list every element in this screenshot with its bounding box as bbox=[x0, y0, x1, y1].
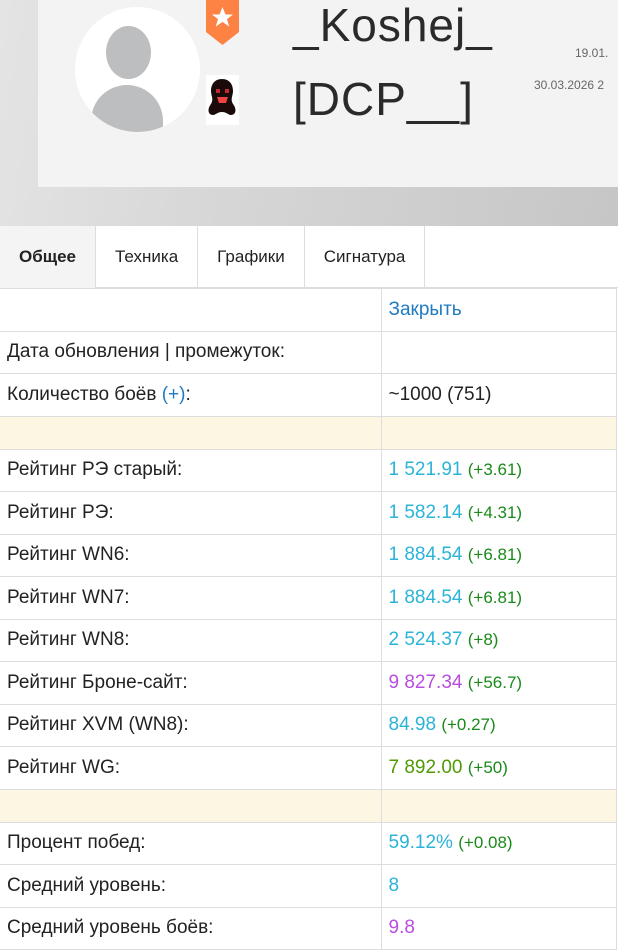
table-row: Рейтинг РЭ старый: 1 521.91 (+3.61) bbox=[0, 448, 617, 492]
table-row: Средний уровень: 8 bbox=[0, 864, 617, 908]
row-label: Рейтинг Броне-сайт: bbox=[0, 661, 382, 705]
row-value: 9.8 bbox=[388, 917, 415, 939]
row-value: 1 582.14 bbox=[388, 501, 463, 523]
row-label: Рейтинг РЭ: bbox=[0, 491, 382, 535]
table-row: Рейтинг XVM (WN8): 84.98 (+0.27) bbox=[0, 703, 617, 747]
battles-plus-link[interactable]: (+) bbox=[162, 384, 186, 405]
row-delta: (+0.08) bbox=[458, 833, 513, 853]
row-delta: (+3.61) bbox=[467, 460, 523, 480]
table-row: Процент побед: 59.12% (+0.08) bbox=[0, 821, 617, 865]
tab-bar: Общее Техника Графики Сигнатура bbox=[0, 226, 618, 288]
table-row: Рейтинг WN8: 2 524.37 (+8) bbox=[0, 618, 617, 662]
row-label: Рейтинг WN7: bbox=[0, 576, 382, 620]
profile-header: _Koshej_ [DCP__] 19.01. 30.03.2026 2 bbox=[0, 0, 618, 226]
battles-value: ~1000 (751) bbox=[380, 373, 617, 417]
table-row: Рейтинг WG: 7 892.00 (+50) bbox=[0, 746, 617, 790]
row-delta: (+4.31) bbox=[467, 502, 523, 522]
tab-general[interactable]: Общее bbox=[0, 226, 96, 288]
row-value: 8 bbox=[388, 874, 400, 896]
row-value: 9 827.34 bbox=[388, 671, 463, 693]
row-value: 59.12% bbox=[388, 832, 453, 854]
clan-logo-icon[interactable] bbox=[206, 75, 239, 125]
row-label: Процент побед: bbox=[0, 821, 382, 865]
row-label: Рейтинг WN8: bbox=[0, 618, 382, 662]
tab-signature[interactable]: Сигнатура bbox=[305, 226, 426, 288]
row-label: Рейтинг РЭ старый: bbox=[0, 448, 382, 492]
table-row: Рейтинг WN6: 1 884.54 (+6.81) bbox=[0, 533, 617, 577]
row-value: 1 884.54 bbox=[388, 544, 463, 566]
row-delta: (+8) bbox=[467, 630, 499, 650]
row-delta: (+6.81) bbox=[467, 587, 523, 607]
table-row: Рейтинг Броне-сайт: 9 827.34 (+56.7) bbox=[0, 661, 617, 705]
row-delta: (+0.27) bbox=[441, 715, 496, 735]
row-value: 2 524.37 bbox=[388, 629, 463, 651]
tab-vehicles[interactable]: Техника bbox=[96, 226, 199, 288]
table-row: Средний уровень боёв: 9.8 bbox=[0, 906, 617, 950]
update-label: Дата обновления | промежуток: bbox=[0, 330, 382, 374]
tab-charts[interactable]: Графики bbox=[198, 226, 305, 288]
registration-date: 19.01. bbox=[575, 46, 609, 60]
clan-tag[interactable]: [DCP__] bbox=[293, 72, 474, 126]
row-value: 84.98 bbox=[388, 714, 437, 736]
row-label: Рейтинг WN6: bbox=[0, 533, 382, 577]
close-link[interactable]: Закрыть bbox=[389, 299, 462, 320]
avatar bbox=[75, 7, 200, 132]
row-label: Рейтинг WG: bbox=[0, 746, 382, 790]
table-row: Рейтинг РЭ: 1 582.14 (+4.31) bbox=[0, 491, 617, 535]
stats-table: Закрыть Дата обновления | промежуток: Ко… bbox=[0, 288, 617, 950]
row-label: Средний уровень боёв: bbox=[0, 906, 382, 950]
row-value: 1 521.91 bbox=[388, 459, 463, 481]
last-battle-date: 30.03.2026 2 bbox=[534, 78, 605, 92]
premium-star-badge-icon bbox=[206, 0, 239, 45]
battles-label: Количество боёв (+): bbox=[0, 373, 382, 417]
row-label: Средний уровень: bbox=[0, 864, 382, 908]
row-value: 7 892.00 bbox=[388, 756, 463, 778]
table-row: Рейтинг WN7: 1 884.54 (+6.81) bbox=[0, 576, 617, 620]
row-delta: (+56.7) bbox=[467, 672, 523, 692]
player-name: _Koshej_ bbox=[293, 0, 493, 51]
row-label: Рейтинг XVM (WN8): bbox=[0, 703, 382, 747]
row-value: 1 884.54 bbox=[388, 586, 463, 608]
row-delta: (+6.81) bbox=[467, 545, 523, 565]
row-delta: (+50) bbox=[467, 757, 508, 777]
